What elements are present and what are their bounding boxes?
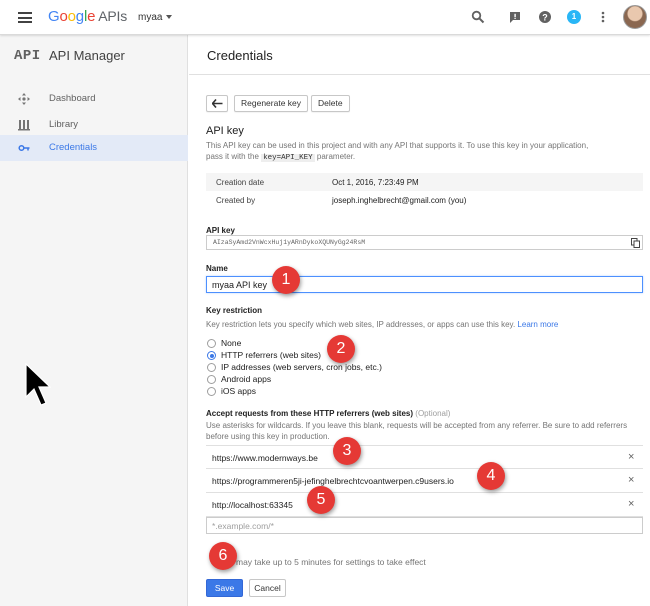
more-vert-icon[interactable]	[596, 10, 610, 24]
sidebar: API API Manager Dashboard Library Creden…	[0, 35, 188, 606]
key-param-code: key=API_KEY	[261, 154, 315, 162]
key-restriction-description: Key restriction lets you specify which w…	[206, 320, 559, 329]
key-restriction-heading: Key restriction	[206, 306, 263, 315]
notifications-badge[interactable]: 1	[567, 10, 581, 24]
menu-icon[interactable]	[18, 12, 32, 23]
callout-6: 6	[209, 542, 237, 570]
close-icon[interactable]: ×	[628, 474, 634, 486]
page-header: Credentials	[189, 35, 650, 75]
referrer-value: https://programmeren5ji-jefinghelbrechtc…	[212, 476, 454, 486]
feedback-icon[interactable]	[508, 10, 522, 24]
info-row-created-by: Created by joseph.inghelbrecht@gmail.com…	[216, 196, 467, 205]
optional-label: (Optional)	[415, 409, 451, 418]
top-app-bar: Google APIs myaa ? 1	[0, 0, 650, 35]
referrer-row: https://www.modernways.be ×	[206, 445, 643, 469]
radio-button[interactable]	[207, 387, 216, 396]
key-icon	[18, 144, 30, 152]
close-icon[interactable]: ×	[628, 498, 634, 510]
chevron-down-icon	[166, 15, 173, 20]
referrer-value: https://www.modernways.be	[212, 453, 318, 463]
help-icon[interactable]: ?	[538, 10, 552, 24]
project-name: myaa	[138, 12, 163, 23]
callout-4: 4	[477, 462, 505, 490]
copy-icon[interactable]	[631, 238, 640, 248]
referrer-row: http://localhost:63345 ×	[206, 493, 643, 517]
library-icon	[18, 120, 30, 131]
google-apis-logo[interactable]: Google APIs	[48, 8, 127, 25]
api-key-label: API key	[206, 226, 235, 235]
mouse-cursor-icon	[25, 363, 51, 406]
key-info-table: Creation date Oct 1, 2016, 7:23:49 PM Cr…	[206, 173, 643, 209]
radio-button[interactable]	[207, 363, 216, 372]
back-arrow-icon	[212, 99, 223, 108]
api-manager-logo: API	[14, 48, 41, 64]
referrer-value: http://localhost:63345	[212, 500, 293, 510]
api-key-description: This API key can be used in this project…	[206, 141, 589, 162]
callout-3: 3	[333, 437, 361, 465]
new-referrer-input[interactable]	[206, 517, 643, 534]
callout-1: 1	[272, 266, 300, 294]
sidebar-title: API Manager	[49, 48, 125, 63]
delete-button[interactable]: Delete	[311, 95, 350, 112]
avatar[interactable]	[623, 5, 647, 29]
api-key-heading: API key	[206, 125, 244, 137]
dashboard-icon	[18, 93, 30, 105]
callout-5: 5	[307, 486, 335, 514]
api-key-value[interactable]: AIzaSyAmd2VnWcxHuj1yARnDykoXQUNyGg24RsM	[206, 235, 643, 250]
sidebar-item-credentials[interactable]: Credentials	[0, 135, 188, 161]
name-label: Name	[206, 264, 228, 273]
learn-more-link[interactable]: Learn more	[517, 320, 558, 329]
sidebar-item-label: Credentials	[49, 142, 98, 153]
back-button[interactable]	[206, 95, 228, 112]
regenerate-key-button[interactable]: Regenerate key	[234, 95, 309, 112]
radio-button[interactable]	[207, 339, 216, 348]
radio-button[interactable]	[207, 375, 216, 384]
sidebar-item-label: Library	[49, 119, 79, 130]
propagation-note: may take up to 5 minutes for settings to…	[236, 557, 426, 567]
sidebar-item-label: Dashboard	[49, 93, 96, 104]
radio-button-checked[interactable]	[207, 351, 216, 360]
svg-text:?: ?	[542, 13, 548, 23]
save-button[interactable]: Save	[206, 579, 243, 597]
referrer-row: https://programmeren5ji-jefinghelbrechtc…	[206, 469, 643, 493]
close-icon[interactable]: ×	[628, 451, 634, 463]
search-icon[interactable]	[471, 10, 485, 24]
page-title: Credentials	[207, 48, 273, 63]
sidebar-item-dashboard[interactable]: Dashboard	[0, 86, 188, 112]
info-row-creation-date: Creation date Oct 1, 2016, 7:23:49 PM	[206, 173, 643, 191]
referrers-heading: Accept requests from these HTTP referrer…	[206, 409, 451, 418]
cancel-button[interactable]: Cancel	[249, 579, 286, 597]
referrers-description: Use asterisks for wildcards. If you leav…	[206, 421, 628, 441]
project-selector[interactable]: myaa	[138, 12, 173, 23]
callout-2: 2	[327, 335, 355, 363]
